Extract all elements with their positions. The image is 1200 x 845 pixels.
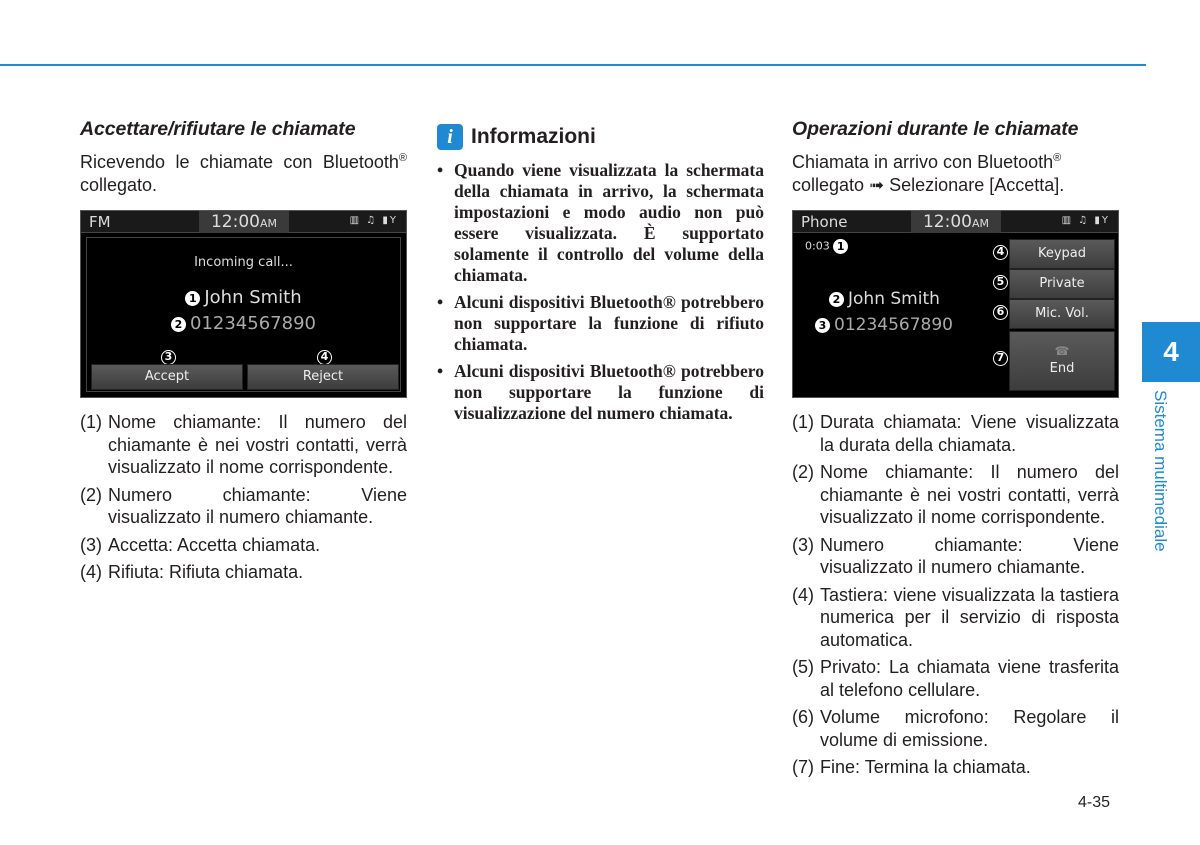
- intro-text: Chiamata in arrivo con Bluetooth® colleg…: [792, 152, 1065, 195]
- info-bullets: • Quando viene visualizzata la schermata …: [437, 160, 764, 424]
- section-title: Operazioni durante le chiamate: [792, 118, 1079, 140]
- source-label: FM: [89, 213, 111, 231]
- info-heading: i Informazioni: [437, 124, 764, 150]
- caller-name: 1 John Smith: [81, 287, 406, 308]
- marker-7: 7: [993, 351, 1008, 366]
- chapter-tab: 4: [1142, 322, 1200, 382]
- list-item: (3) Numero chiamante: Viene visualizzato …: [792, 534, 1119, 578]
- status-icons: ▥ ♫ ▮Y: [1061, 215, 1110, 226]
- caller-number: 2 01234567890: [81, 313, 406, 334]
- column-accept-reject: Accettare/rifiutare le chiamate Ricevend…: [80, 118, 407, 589]
- intro-text: Ricevendo le chiamate con Bluetooth® col…: [80, 152, 407, 195]
- list-item: (4) Rifiuta: Rifiuta chiamata.: [80, 562, 304, 582]
- chapter-label: Sistema multimediale: [1151, 390, 1170, 552]
- page-number: 4-35: [1078, 794, 1111, 811]
- bullet-item: • Alcuni dispositivi Bluetooth® potrebber…: [437, 292, 764, 354]
- column-info: i Informazioni • Quando viene visualizzata…: [437, 118, 764, 430]
- bullet-item: • Alcuni dispositivi Bluetooth® potrebber…: [437, 361, 764, 423]
- list-item: (4) Tastiera: viene visualizzata la tasti…: [792, 584, 1119, 650]
- marker-4: 4: [993, 245, 1008, 260]
- status-icons: ▥ ♫ ▮Y: [349, 215, 398, 226]
- marker-4: 4: [317, 350, 332, 365]
- marker-3: 3: [161, 350, 176, 365]
- list-item: (2) Numero chiamante: Viene visualizzato …: [80, 484, 407, 528]
- clock: 12:00AM: [199, 211, 289, 233]
- clock: 12:00AM: [911, 211, 1001, 233]
- legend-list: (1) Durata chiamata: Viene visualizzata l…: [792, 411, 1119, 779]
- section-title: Accettare/rifiutare le chiamate: [80, 118, 356, 140]
- hang-up-icon: ☎: [1054, 344, 1070, 358]
- caller-name: 2 John Smith: [829, 289, 940, 309]
- list-item: (6) Volume microfono: Regolare il volume …: [792, 707, 1119, 750]
- end-call-button[interactable]: ☎ End: [1009, 331, 1115, 391]
- caller-number: 3 01234567890: [815, 315, 953, 335]
- incoming-message: Incoming call...: [194, 255, 293, 270]
- info-icon: i: [437, 124, 463, 150]
- list-item: (7) Fine: Termina la chiamata.: [792, 757, 1031, 777]
- mic-volume-button[interactable]: Mic. Vol.: [1009, 299, 1115, 329]
- private-button[interactable]: Private: [1009, 269, 1115, 299]
- list-item: (3) Accetta: Accetta chiamata.: [80, 534, 321, 555]
- column-during-call: Operazioni durante le chiamate Chiamata …: [792, 118, 1119, 784]
- incoming-call-screen: FM 12:00AM ▥ ♫ ▮Y Incoming call... 1 John…: [80, 210, 407, 398]
- list-item: (1) Nome chiamante: Il numero del chiaman…: [80, 412, 407, 477]
- reject-button[interactable]: Reject: [247, 364, 399, 390]
- header-rule: [0, 64, 1146, 66]
- status-bar: FM 12:00AM ▥ ♫ ▮Y: [81, 211, 406, 233]
- source-label: Phone: [801, 213, 848, 231]
- accept-button[interactable]: Accept: [91, 364, 243, 390]
- keypad-button[interactable]: Keypad: [1009, 239, 1115, 269]
- bullet-item: • Quando viene visualizzata la schermata …: [437, 160, 764, 285]
- legend-list: (1) Nome chiamante: Il numero del chiaman…: [80, 411, 407, 584]
- list-item: (2) Nome chiamante: Il numero del chiaman…: [792, 462, 1119, 527]
- marker-5: 5: [993, 275, 1008, 290]
- active-call-screen: Phone 12:00AM ▥ ♫ ▮Y 0:03 1 2 John Smith …: [792, 210, 1119, 398]
- marker-6: 6: [993, 305, 1008, 320]
- list-item: (1) Durata chiamata: Viene visualizzata l…: [792, 412, 1119, 455]
- list-item: (5) Privato: La chiamata viene trasferita…: [792, 657, 1119, 700]
- status-bar: Phone 12:00AM ▥ ♫ ▮Y: [793, 211, 1118, 233]
- call-duration: 0:03 1: [805, 239, 852, 254]
